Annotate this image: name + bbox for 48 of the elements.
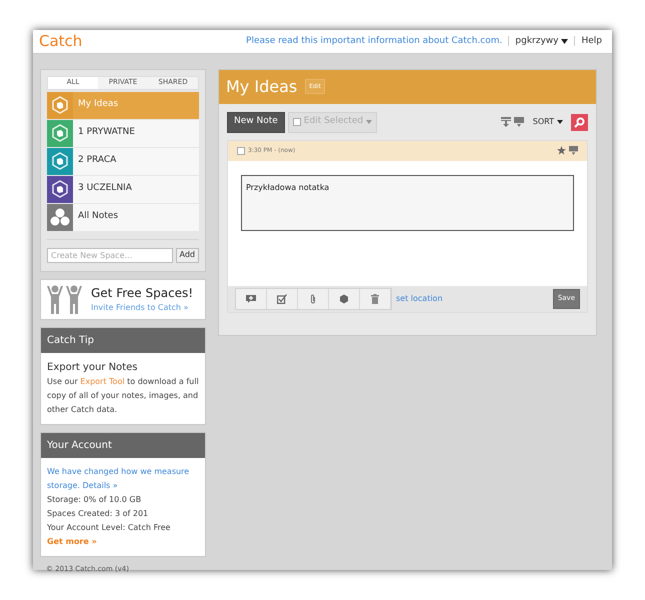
caret-icon <box>557 120 563 124</box>
user-menu[interactable]: pgkrzywy <box>515 34 568 48</box>
tip-heading: Catch Tip <box>47 334 94 348</box>
space-item[interactable]: All Notes <box>47 204 199 230</box>
circles-icon <box>50 208 70 226</box>
star-icon[interactable] <box>557 146 566 155</box>
promo-title: Get Free Spaces! <box>91 285 194 302</box>
space-item[interactable]: 1 PRYWATNE <box>47 120 199 146</box>
collapse-icon[interactable] <box>514 117 524 127</box>
cube-icon <box>51 96 69 114</box>
checkbox[interactable] <box>292 118 301 126</box>
storage-notice: We have changed how we measure storage. Details » <box>47 466 190 492</box>
account-heading: Your Account <box>47 438 112 452</box>
help-link[interactable]: Help <box>581 34 602 48</box>
expand-icon[interactable] <box>500 117 511 127</box>
sort-button[interactable]: SORT <box>532 116 563 128</box>
account-info: Your Account Level: Catch Free <box>47 522 172 534</box>
new-note-button[interactable]: New Note <box>227 112 285 132</box>
cube-icon <box>51 152 69 170</box>
notice-link[interactable]: Please read this important information about Catch.com. <box>246 34 502 48</box>
search-icon <box>574 116 585 128</box>
caret-icon <box>561 38 568 44</box>
checkbox-icon <box>277 294 287 304</box>
space-item[interactable]: 2 PRACA <box>47 148 199 174</box>
space-item[interactable]: 3 UCZELNIA <box>47 176 199 202</box>
trash-icon <box>370 294 380 304</box>
details-link[interactable]: Details » <box>82 480 118 490</box>
tip-title: Export your Notes <box>47 360 138 374</box>
caret-icon <box>366 120 372 124</box>
cube-icon <box>51 124 69 142</box>
collapse-icon[interactable] <box>569 146 578 155</box>
add-button[interactable]: Add <box>176 248 199 262</box>
note-editor[interactable]: Przykładowa notatka <box>241 174 574 230</box>
account-info: Storage: 0% of 10.0 GB <box>47 494 142 506</box>
people-icon <box>46 284 84 314</box>
comment-button[interactable] <box>236 288 267 308</box>
paperclip-button[interactable] <box>298 288 329 308</box>
comment-icon <box>246 294 256 304</box>
checkbox-button[interactable] <box>267 288 298 308</box>
account-info: Spaces Created: 3 of 201 <box>47 508 150 520</box>
search-button[interactable] <box>571 114 588 130</box>
note-checkbox[interactable] <box>237 146 245 154</box>
paperclip-icon <box>308 294 318 304</box>
tip-text: Use our Export Tool to download a full copy of all of your notes, images, and other Catch data. <box>47 376 199 416</box>
space-title: My Ideas <box>226 76 298 98</box>
trash-button[interactable] <box>360 288 391 308</box>
new-space-field[interactable]: Create New Space... <box>47 248 172 262</box>
cube-icon <box>51 180 69 198</box>
